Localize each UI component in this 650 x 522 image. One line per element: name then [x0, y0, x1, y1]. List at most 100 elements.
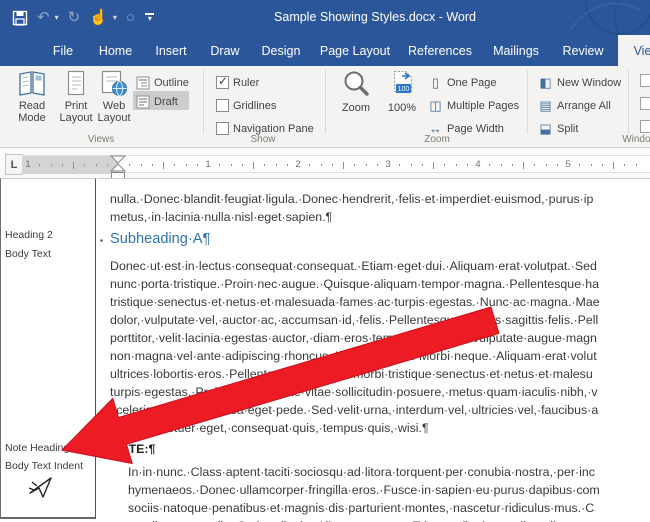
ruler-tick: [96, 164, 97, 166]
tab-review[interactable]: Review: [551, 35, 615, 66]
paragraph: nulla.·Donec·blandit·feugiat·ligula.·Don…: [110, 190, 650, 226]
document-text-line: et·consectetuer·eget,·consequat·quis,·te…: [110, 419, 650, 437]
undo-icon[interactable]: ↶: [37, 10, 50, 25]
document-text-line: ultrices·lobortis·eros.·Pellentesque·hab…: [110, 365, 650, 383]
ruler-margin-area: [22, 156, 118, 174]
checkbox[interactable]: ✓: [216, 76, 229, 89]
clipped-ribbon-icon[interactable]: [640, 74, 650, 87]
save-icon[interactable]: [12, 10, 28, 26]
document-text-line: condimentum·odio.·Sed·ac·ligula.·Aliquam…: [128, 517, 650, 522]
ruler-tick: [174, 164, 175, 166]
window-item-label: New Window: [557, 77, 621, 89]
tab-references[interactable]: References: [399, 35, 481, 66]
ruler-tick: [84, 164, 85, 166]
checkmark-icon: ✓: [218, 74, 228, 88]
ruler-tick: [276, 164, 277, 166]
ruler-tick: [557, 164, 558, 166]
outline-button[interactable]: Outline: [136, 74, 189, 91]
ruler-tick: [411, 164, 412, 166]
ruler-tick: [523, 162, 524, 169]
style-label-heading-2[interactable]: Heading 2: [5, 229, 53, 241]
document-heading: ▪Subheading·A¶: [110, 231, 210, 247]
ruler-tick: [231, 164, 232, 166]
touch-mode-icon[interactable]: ☝: [89, 10, 108, 25]
word-window: ↶ ▾ ↻ ☝ ▾ ○ ▾ Sample Showing Styles.docx -…: [0, 0, 650, 522]
web-layout-button[interactable]: Web Layout: [94, 69, 134, 135]
tab-insert[interactable]: Insert: [143, 35, 199, 66]
style-label-body-text-indent[interactable]: Body Text Indent: [5, 460, 83, 472]
print-layout-icon: [64, 69, 88, 97]
show-group-label: Show: [250, 134, 275, 145]
circle-icon[interactable]: ○: [126, 10, 135, 25]
document-text-line: In·in·nunc.·Class·aptent·taciti·sociosqu…: [128, 463, 650, 481]
heading-text: Subheading·A¶: [110, 231, 210, 247]
window-title: Sample Showing Styles.docx - Word: [274, 10, 476, 24]
web-layout-icon: [100, 69, 128, 97]
outline-icon: [136, 76, 150, 90]
ruler-tick: [287, 164, 288, 166]
document-canvas[interactable]: nulla.·Donec·blandit·feugiat·ligula.·Don…: [97, 178, 650, 522]
style-label-body-text[interactable]: Body Text: [5, 248, 51, 260]
draft-button[interactable]: Draft: [136, 93, 178, 110]
checkbox[interactable]: [216, 122, 229, 135]
note-heading-line: NOTE:¶: [110, 442, 155, 456]
document-text-line: nulla.·Donec·blandit·feugiat·ligula.·Don…: [110, 190, 650, 208]
outline-label: Outline: [154, 77, 189, 89]
print-layout-label: Print Layout: [58, 100, 94, 124]
window-item-label: Arrange All: [557, 100, 611, 112]
tab-mailings[interactable]: Mailings: [481, 35, 551, 66]
redo-icon[interactable]: ↻: [68, 10, 81, 25]
multiple-pages-icon: ◫: [428, 99, 443, 112]
tab-draw[interactable]: Draw: [199, 35, 251, 66]
zoom-item-label: One Page: [447, 77, 497, 89]
ruler-tick: [343, 162, 344, 169]
print-layout-button[interactable]: Print Layout: [58, 69, 94, 135]
tab-stop-selector[interactable]: L: [5, 154, 23, 175]
document-text-line: turpis·egestas.·Proin·semper,·ante·vitae…: [110, 383, 650, 401]
ruler-tick: [546, 164, 547, 166]
ruler-tick: [399, 164, 400, 166]
document-text-line: sociis·natoque·penatibus·et·magnis·dis·p…: [128, 499, 650, 517]
zoom-label: Zoom: [342, 102, 370, 114]
checkbox-row[interactable]: Gridlines: [216, 97, 276, 114]
customize-quick-access-icon[interactable]: ▾: [144, 13, 156, 22]
clipped-ribbon-icon[interactable]: [640, 97, 650, 110]
touch-mode-dropdown-icon[interactable]: ▾: [113, 13, 117, 22]
checkbox-row[interactable]: ✓ Ruler: [216, 74, 259, 91]
document-text-line: hymenaeos.·Donec·ullamcorper·fringilla·e…: [128, 481, 650, 499]
tab-page-layout[interactable]: Page Layout: [311, 35, 399, 66]
zoom-100-button[interactable]: 100 100%: [380, 69, 424, 135]
checkbox[interactable]: [216, 99, 229, 112]
ruler-tick: [602, 164, 603, 166]
svg-text:100: 100: [398, 86, 410, 93]
zoom-item-label: Multiple Pages: [447, 100, 519, 112]
titlebar-decoration: [550, 0, 650, 35]
ruler-tick: [73, 162, 74, 169]
document-text-line: scelerisque·quis,·massa·eget·pede.·Sed·v…: [110, 401, 650, 419]
ruler-tick: [489, 164, 490, 166]
ruler-tick: [624, 164, 625, 166]
ruler-tick: [444, 164, 445, 166]
read-mode-button[interactable]: Read Mode: [8, 69, 56, 135]
tab-home[interactable]: Home: [88, 35, 143, 66]
tab-view[interactable]: View: [618, 35, 650, 66]
tab-file[interactable]: File: [38, 35, 88, 66]
ruler-tick: [152, 164, 153, 166]
style-label-note-heading[interactable]: Note Heading: [5, 442, 69, 454]
ruler-tick: [636, 164, 637, 166]
ruler-tick: [264, 164, 265, 166]
ruler-tick: [309, 164, 310, 166]
ruler-tick: [141, 164, 142, 166]
ruler-tick: [39, 164, 40, 166]
hanging-indent-marker: [111, 164, 125, 171]
tab-design[interactable]: Design: [251, 35, 311, 66]
draft-label: Draft: [154, 96, 178, 108]
zoom-button[interactable]: Zoom: [334, 69, 378, 135]
one-page-icon: ▯: [428, 76, 443, 89]
ruler-tick: [197, 164, 198, 166]
ruler-inch-label: 2: [295, 159, 300, 170]
undo-dropdown-icon[interactable]: ▾: [55, 13, 59, 22]
zoom-group-label: Zoom: [424, 134, 450, 145]
ruler-tick: [613, 162, 614, 169]
clipped-ribbon-icon[interactable]: [640, 120, 650, 133]
